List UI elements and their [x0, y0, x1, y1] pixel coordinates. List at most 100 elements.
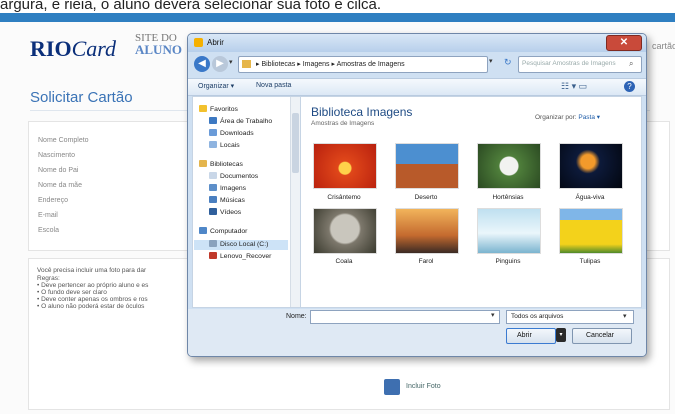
nav-libraries[interactable]: Bibliotecas [199, 160, 243, 168]
nav-computer[interactable]: Computador [199, 227, 247, 235]
logo-bold-text: RIO [30, 36, 72, 61]
upload-photo-button[interactable]: Incluir Foto [384, 379, 464, 399]
nav-scrollbar[interactable] [290, 97, 300, 307]
nav-documents[interactable]: Documentos [209, 172, 258, 180]
image-label: Hortênsias [492, 194, 524, 201]
organize-menu[interactable]: Organizar ▾ [198, 82, 234, 90]
nav-videos[interactable]: Vídeos [209, 208, 241, 216]
form-label-mother: Nome da mãe [38, 182, 82, 189]
nav-label: Downloads [220, 130, 254, 137]
dialog-close-button[interactable]: ✕ [606, 35, 642, 51]
image-label: Água-viva [575, 194, 605, 201]
new-folder-button[interactable]: Nova pasta [256, 82, 291, 89]
nav-images[interactable]: Imagens [209, 184, 246, 192]
photo-upload-icon [384, 379, 400, 395]
nav-music[interactable]: Músicas [209, 196, 245, 204]
info-line: • Deve pertencer ao próprio aluno e es [37, 282, 149, 289]
nav-label: Área de Trabalho [220, 118, 273, 125]
search-input[interactable]: Pesquisar Amostras de Imagens ⌕ [518, 56, 642, 73]
open-options-dropdown[interactable]: ▾ [556, 328, 566, 342]
address-row: ◀ ▶ ▾ ▸ Bibliotecas ▸ Imagens ▸ Amostras… [188, 54, 646, 76]
computer-icon [199, 227, 207, 234]
disk-icon [209, 240, 217, 247]
recovery-disk-icon [209, 252, 217, 259]
address-bar[interactable]: ▸ Bibliotecas ▸ Imagens ▸ Amostras de Im… [238, 56, 488, 73]
info-line: • Deve conter apenas os ombros e ros [37, 296, 148, 303]
videos-icon [209, 208, 217, 215]
info-line: Regras: [37, 275, 60, 282]
image-thumb-jellyfish[interactable] [559, 143, 623, 189]
nav-local-disk[interactable]: Disco Local (C:) [209, 240, 268, 248]
image-thumb-hydrangeas[interactable] [477, 143, 541, 189]
nav-label: Favoritos [210, 106, 238, 113]
filename-dropdown-icon[interactable]: ▾ [491, 311, 495, 319]
chevron-down-icon: ▾ [623, 313, 627, 320]
library-subtitle: Amostras de Imagens [311, 120, 375, 127]
form-label-birth: Nascimento [38, 152, 75, 159]
image-thumb-chrysanthemum[interactable] [313, 143, 377, 189]
open-button[interactable]: Abrir [506, 328, 556, 344]
upload-photo-label: Incluir Foto [406, 383, 441, 390]
logo-script-text: Card [71, 36, 116, 61]
documents-icon [209, 172, 217, 179]
file-list-pane: Biblioteca Imagens Amostras de Imagens O… [300, 96, 642, 308]
image-thumb-penguins[interactable] [477, 208, 541, 254]
info-line: • O fundo deve ser claro [37, 289, 107, 296]
arrange-label: Organizar por: [535, 114, 577, 121]
image-label: Coala [335, 258, 353, 265]
nav-favorites[interactable]: Favoritos [199, 105, 238, 113]
image-label: Tulipas [579, 258, 601, 265]
dialog-title: Abrir [207, 38, 224, 47]
filename-input[interactable] [310, 310, 500, 324]
image-label: Pinguins [495, 258, 521, 265]
image-label: Deserto [414, 194, 438, 201]
image-thumb-lighthouse[interactable] [395, 208, 459, 254]
riocard-logo[interactable]: RIOCard [30, 36, 116, 62]
forward-arrow-icon[interactable]: ▶ [212, 56, 228, 72]
form-label-father: Nome do Pai [38, 167, 79, 174]
arrange-by-control[interactable]: Organizar por: Pasta ▾ [535, 113, 600, 121]
nav-downloads[interactable]: Downloads [209, 129, 254, 137]
header-right-text: cartão [652, 41, 675, 51]
image-thumb-desert[interactable] [395, 143, 459, 189]
form-label-email: E-mail [38, 212, 58, 219]
nav-label: Músicas [220, 197, 245, 204]
libraries-icon [199, 160, 207, 167]
image-thumb-koala[interactable] [313, 208, 377, 254]
recent-pages-dropdown[interactable]: ▾ [229, 58, 233, 66]
address-dropdown-icon[interactable]: ▾ [489, 57, 501, 72]
nav-recovery[interactable]: Lenovo_Recover [209, 252, 271, 260]
dialog-titlebar[interactable]: Abrir ✕ [188, 34, 646, 52]
back-arrow-icon[interactable]: ◀ [194, 56, 210, 72]
image-thumb-tulips[interactable] [559, 208, 623, 254]
help-icon[interactable]: ? [624, 81, 635, 92]
file-type-select[interactable]: Todos os arquivos ▾ [506, 310, 634, 324]
address-path: ▸ Bibliotecas ▸ Imagens ▸ Amostras de Im… [256, 61, 405, 68]
image-label: Crisântemo [327, 194, 361, 201]
nav-label: Imagens [220, 185, 247, 192]
folder-icon [242, 60, 251, 68]
form-label-school: Escola [38, 227, 60, 234]
nav-desktop[interactable]: Área de Trabalho [209, 117, 272, 125]
refresh-icon[interactable]: ↻ [504, 57, 516, 72]
cancel-button[interactable]: Cancelar [572, 328, 632, 344]
places-icon [209, 141, 217, 148]
open-file-dialog: Abrir ✕ ◀ ▶ ▾ ▸ Bibliotecas ▸ Imagens ▸ … [187, 33, 647, 357]
nav-locais[interactable]: Locais [209, 141, 240, 149]
nav-label: Bibliotecas [210, 161, 243, 168]
site-label-main: ALUNO [135, 42, 182, 57]
desktop-icon [209, 117, 217, 124]
star-icon [199, 105, 207, 112]
nav-scroll-thumb[interactable] [292, 113, 299, 173]
search-placeholder: Pesquisar Amostras de Imagens [522, 60, 616, 67]
file-type-value: Todos os arquivos [511, 313, 564, 320]
dialog-app-icon [194, 38, 203, 47]
cancel-button-label: Cancelar [586, 332, 615, 339]
site-aluno-label: SITE DO ALUNO [135, 33, 182, 57]
music-icon [209, 196, 217, 203]
images-icon [209, 184, 217, 191]
view-options-icon[interactable]: ☷ ▾ ▭ [561, 81, 587, 92]
filename-label: Nome: [286, 313, 307, 320]
info-line: • O aluno não poderá estar de óculos [37, 303, 145, 310]
info-line: Você precisa incluir uma foto para dar [37, 267, 147, 274]
